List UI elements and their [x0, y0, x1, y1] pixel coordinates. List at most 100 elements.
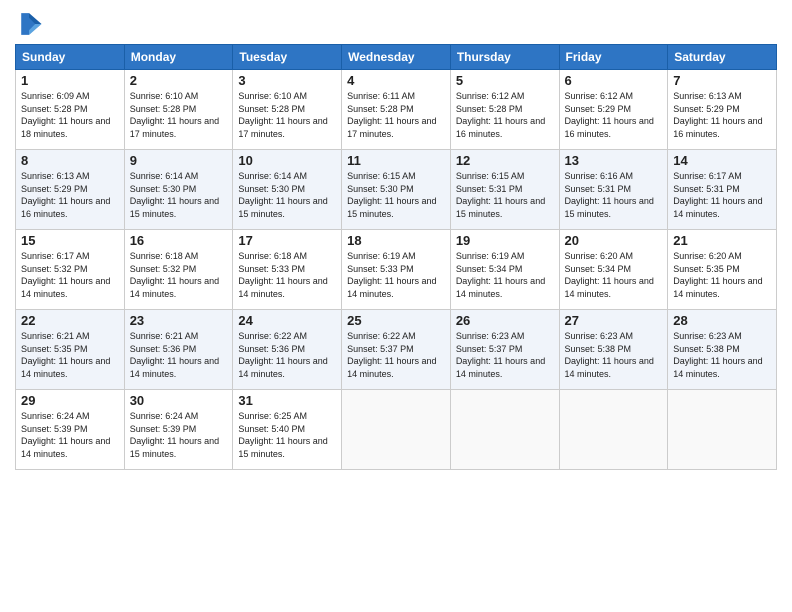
- day-info: Sunrise: 6:14 AM Sunset: 5:30 PM Dayligh…: [238, 170, 336, 220]
- day-header: Wednesday: [342, 45, 451, 70]
- day-info: Sunrise: 6:18 AM Sunset: 5:33 PM Dayligh…: [238, 250, 336, 300]
- calendar-cell: 8 Sunrise: 6:13 AM Sunset: 5:29 PM Daylig…: [16, 150, 125, 230]
- day-info: Sunrise: 6:17 AM Sunset: 5:32 PM Dayligh…: [21, 250, 119, 300]
- day-info: Sunrise: 6:09 AM Sunset: 5:28 PM Dayligh…: [21, 90, 119, 140]
- day-number: 26: [456, 313, 554, 328]
- calendar-cell: [450, 390, 559, 470]
- logo-icon: [15, 10, 43, 38]
- calendar-cell: 24 Sunrise: 6:22 AM Sunset: 5:36 PM Dayli…: [233, 310, 342, 390]
- day-number: 14: [673, 153, 771, 168]
- day-info: Sunrise: 6:17 AM Sunset: 5:31 PM Dayligh…: [673, 170, 771, 220]
- calendar-cell: 15 Sunrise: 6:17 AM Sunset: 5:32 PM Dayli…: [16, 230, 125, 310]
- day-info: Sunrise: 6:22 AM Sunset: 5:36 PM Dayligh…: [238, 330, 336, 380]
- day-number: 16: [130, 233, 228, 248]
- day-number: 27: [565, 313, 663, 328]
- day-number: 19: [456, 233, 554, 248]
- day-number: 12: [456, 153, 554, 168]
- day-info: Sunrise: 6:16 AM Sunset: 5:31 PM Dayligh…: [565, 170, 663, 220]
- day-info: Sunrise: 6:20 AM Sunset: 5:34 PM Dayligh…: [565, 250, 663, 300]
- day-header: Tuesday: [233, 45, 342, 70]
- day-number: 28: [673, 313, 771, 328]
- day-header: Monday: [124, 45, 233, 70]
- calendar-cell: 11 Sunrise: 6:15 AM Sunset: 5:30 PM Dayli…: [342, 150, 451, 230]
- day-number: 30: [130, 393, 228, 408]
- calendar-cell: 1 Sunrise: 6:09 AM Sunset: 5:28 PM Daylig…: [16, 70, 125, 150]
- day-info: Sunrise: 6:21 AM Sunset: 5:35 PM Dayligh…: [21, 330, 119, 380]
- day-number: 21: [673, 233, 771, 248]
- day-info: Sunrise: 6:24 AM Sunset: 5:39 PM Dayligh…: [130, 410, 228, 460]
- calendar-cell: 4Sunrise: 6:11 AM Sunset: 5:28 PM Daylig…: [342, 70, 451, 150]
- day-number: 8: [21, 153, 119, 168]
- day-number: 15: [21, 233, 119, 248]
- day-number: 24: [238, 313, 336, 328]
- day-number: 6: [565, 73, 663, 88]
- day-info: Sunrise: 6:14 AM Sunset: 5:30 PM Dayligh…: [130, 170, 228, 220]
- day-info: Sunrise: 6:10 AM Sunset: 5:28 PM Dayligh…: [130, 90, 228, 140]
- day-info: Sunrise: 6:24 AM Sunset: 5:39 PM Dayligh…: [21, 410, 119, 460]
- day-number: 5: [456, 73, 554, 88]
- day-info: Sunrise: 6:13 AM Sunset: 5:29 PM Dayligh…: [21, 170, 119, 220]
- calendar-cell: 5 Sunrise: 6:12 AM Sunset: 5:28 PM Daylig…: [450, 70, 559, 150]
- calendar-cell: 13 Sunrise: 6:16 AM Sunset: 5:31 PM Dayli…: [559, 150, 668, 230]
- day-info: Sunrise: 6:12 AM Sunset: 5:29 PM Dayligh…: [565, 90, 663, 140]
- day-info: Sunrise: 6:12 AM Sunset: 5:28 PM Dayligh…: [456, 90, 554, 140]
- day-info: Sunrise: 6:15 AM Sunset: 5:31 PM Dayligh…: [456, 170, 554, 220]
- calendar-cell: 26 Sunrise: 6:23 AM Sunset: 5:37 PM Dayli…: [450, 310, 559, 390]
- calendar-cell: 20 Sunrise: 6:20 AM Sunset: 5:34 PM Dayli…: [559, 230, 668, 310]
- calendar-cell: 31Sunrise: 6:25 AM Sunset: 5:40 PM Dayli…: [233, 390, 342, 470]
- calendar-cell: 29 Sunrise: 6:24 AM Sunset: 5:39 PM Dayli…: [16, 390, 125, 470]
- day-info: Sunrise: 6:23 AM Sunset: 5:37 PM Dayligh…: [456, 330, 554, 380]
- calendar-cell: 17 Sunrise: 6:18 AM Sunset: 5:33 PM Dayli…: [233, 230, 342, 310]
- day-header: Friday: [559, 45, 668, 70]
- day-info: Sunrise: 6:20 AM Sunset: 5:35 PM Dayligh…: [673, 250, 771, 300]
- day-number: 13: [565, 153, 663, 168]
- page: SundayMondayTuesdayWednesdayThursdayFrid…: [0, 0, 792, 612]
- calendar-cell: 9Sunrise: 6:14 AM Sunset: 5:30 PM Daylig…: [124, 150, 233, 230]
- day-info: Sunrise: 6:23 AM Sunset: 5:38 PM Dayligh…: [565, 330, 663, 380]
- day-number: 7: [673, 73, 771, 88]
- header: [15, 10, 777, 38]
- calendar-cell: 19 Sunrise: 6:19 AM Sunset: 5:34 PM Dayli…: [450, 230, 559, 310]
- day-number: 17: [238, 233, 336, 248]
- calendar-cell: [342, 390, 451, 470]
- day-number: 22: [21, 313, 119, 328]
- calendar-cell: [559, 390, 668, 470]
- day-header: Thursday: [450, 45, 559, 70]
- day-info: Sunrise: 6:25 AM Sunset: 5:40 PM Dayligh…: [238, 410, 336, 460]
- calendar-cell: 23Sunrise: 6:21 AM Sunset: 5:36 PM Dayli…: [124, 310, 233, 390]
- calendar-cell: 14 Sunrise: 6:17 AM Sunset: 5:31 PM Dayli…: [668, 150, 777, 230]
- day-header: Sunday: [16, 45, 125, 70]
- day-number: 3: [238, 73, 336, 88]
- day-info: Sunrise: 6:19 AM Sunset: 5:34 PM Dayligh…: [456, 250, 554, 300]
- day-number: 10: [238, 153, 336, 168]
- calendar-cell: 25 Sunrise: 6:22 AM Sunset: 5:37 PM Dayli…: [342, 310, 451, 390]
- calendar-cell: 3 Sunrise: 6:10 AM Sunset: 5:28 PM Daylig…: [233, 70, 342, 150]
- day-number: 25: [347, 313, 445, 328]
- calendar-cell: 18 Sunrise: 6:19 AM Sunset: 5:33 PM Dayli…: [342, 230, 451, 310]
- day-number: 20: [565, 233, 663, 248]
- day-info: Sunrise: 6:13 AM Sunset: 5:29 PM Dayligh…: [673, 90, 771, 140]
- day-number: 2: [130, 73, 228, 88]
- day-number: 23: [130, 313, 228, 328]
- day-info: Sunrise: 6:18 AM Sunset: 5:32 PM Dayligh…: [130, 250, 228, 300]
- calendar-cell: 12 Sunrise: 6:15 AM Sunset: 5:31 PM Dayli…: [450, 150, 559, 230]
- calendar-cell: 28 Sunrise: 6:23 AM Sunset: 5:38 PM Dayli…: [668, 310, 777, 390]
- day-header: Saturday: [668, 45, 777, 70]
- logo: [15, 10, 47, 38]
- day-info: Sunrise: 6:10 AM Sunset: 5:28 PM Dayligh…: [238, 90, 336, 140]
- day-info: Sunrise: 6:23 AM Sunset: 5:38 PM Dayligh…: [673, 330, 771, 380]
- day-number: 1: [21, 73, 119, 88]
- calendar-cell: 2 Sunrise: 6:10 AM Sunset: 5:28 PM Daylig…: [124, 70, 233, 150]
- calendar: SundayMondayTuesdayWednesdayThursdayFrid…: [15, 44, 777, 470]
- day-info: Sunrise: 6:22 AM Sunset: 5:37 PM Dayligh…: [347, 330, 445, 380]
- day-info: Sunrise: 6:15 AM Sunset: 5:30 PM Dayligh…: [347, 170, 445, 220]
- calendar-cell: 7 Sunrise: 6:13 AM Sunset: 5:29 PM Daylig…: [668, 70, 777, 150]
- calendar-cell: 30 Sunrise: 6:24 AM Sunset: 5:39 PM Dayli…: [124, 390, 233, 470]
- day-number: 18: [347, 233, 445, 248]
- calendar-cell: 16 Sunrise: 6:18 AM Sunset: 5:32 PM Dayli…: [124, 230, 233, 310]
- calendar-cell: 21 Sunrise: 6:20 AM Sunset: 5:35 PM Dayli…: [668, 230, 777, 310]
- day-number: 29: [21, 393, 119, 408]
- calendar-cell: 27 Sunrise: 6:23 AM Sunset: 5:38 PM Dayli…: [559, 310, 668, 390]
- day-number: 11: [347, 153, 445, 168]
- day-info: Sunrise: 6:19 AM Sunset: 5:33 PM Dayligh…: [347, 250, 445, 300]
